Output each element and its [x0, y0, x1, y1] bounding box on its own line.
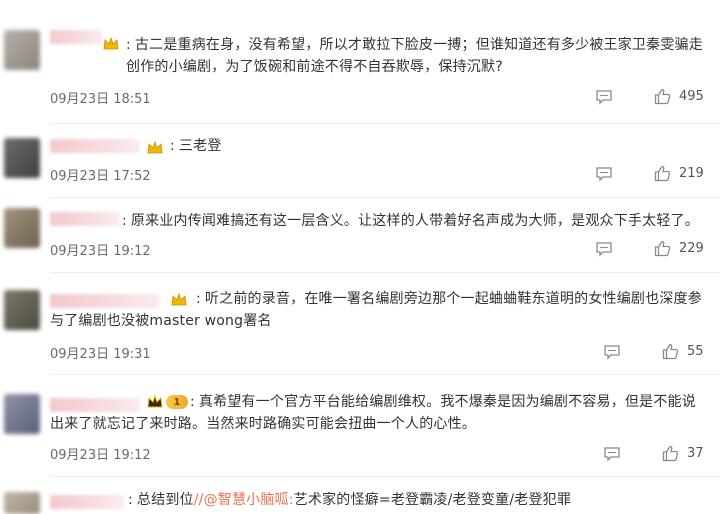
like-button[interactable]: 495	[654, 88, 704, 105]
comment-text: : 总结到位//@智慧小脑呱:艺术家的怪癖=老登霸凌/老登变童/老登犯罪	[128, 492, 572, 508]
divider	[50, 197, 720, 198]
divider	[50, 374, 720, 375]
username-blurred[interactable]	[50, 212, 120, 226]
avatar[interactable]	[4, 290, 40, 330]
divider	[50, 272, 720, 273]
avatar[interactable]	[4, 394, 40, 434]
crown-icon	[103, 36, 119, 50]
thumbs-up-icon	[654, 240, 671, 257]
comment-text: : 原来业内传闻难搞还有这一层含义。让这样的人带着好名声成为大师，是观众下手太轻了…	[122, 213, 699, 229]
username-blurred[interactable]	[50, 139, 140, 153]
username-blurred[interactable]	[50, 495, 124, 509]
like-count: 495	[679, 89, 704, 104]
like-count: 229	[679, 241, 704, 256]
user-mention[interactable]: //@智慧小脑呱:	[194, 492, 294, 508]
like-count: 55	[687, 344, 704, 359]
timestamp: 09月23日 19:12	[50, 448, 151, 463]
like-count: 219	[679, 166, 704, 181]
avatar[interactable]	[4, 138, 40, 178]
comment-icon[interactable]	[603, 446, 621, 462]
comment-icon[interactable]	[603, 344, 621, 360]
comment-text: : 真希望有一个官方平台能给编剧维权。我不爆秦是因为编剧不容易，但是不能说出来了就…	[50, 394, 696, 432]
like-button[interactable]: 37	[662, 445, 704, 462]
timestamp: 09月23日 18:51	[50, 92, 151, 107]
divider	[50, 123, 720, 124]
comment-icon[interactable]	[595, 241, 613, 257]
comment-icon[interactable]	[595, 166, 613, 182]
timestamp: 09月23日 19:12	[50, 244, 151, 259]
like-button[interactable]: 55	[662, 343, 704, 360]
thumbs-up-icon	[654, 88, 671, 105]
username-blurred[interactable]	[50, 30, 102, 44]
thumbs-up-icon	[654, 165, 671, 182]
like-button[interactable]: 219	[654, 165, 704, 182]
thumbs-up-icon	[662, 445, 679, 462]
crown-icon	[147, 140, 163, 154]
timestamp: 09月23日 17:52	[50, 169, 151, 184]
avatar[interactable]	[4, 492, 40, 514]
timestamp: 09月23日 19:31	[50, 347, 151, 362]
thumbs-up-icon	[662, 343, 679, 360]
comment-text: : 三老登	[170, 138, 222, 154]
comment-text: : 听之前的录音，在唯一署名编剧旁边那个一起蛐蛐鞋东道明的女性编剧也深度参与了编剧…	[50, 291, 702, 329]
divider	[50, 476, 720, 477]
like-button[interactable]: 229	[654, 240, 704, 257]
avatar[interactable]	[4, 208, 40, 248]
avatar[interactable]	[4, 30, 40, 70]
like-count: 37	[687, 446, 704, 461]
comment-icon[interactable]	[595, 89, 613, 105]
comment-text: : 古二是重病在身，没有希望，所以才敢拉下脸皮一搏；但谁知道还有多少被王家卫秦雯骗…	[126, 37, 703, 75]
